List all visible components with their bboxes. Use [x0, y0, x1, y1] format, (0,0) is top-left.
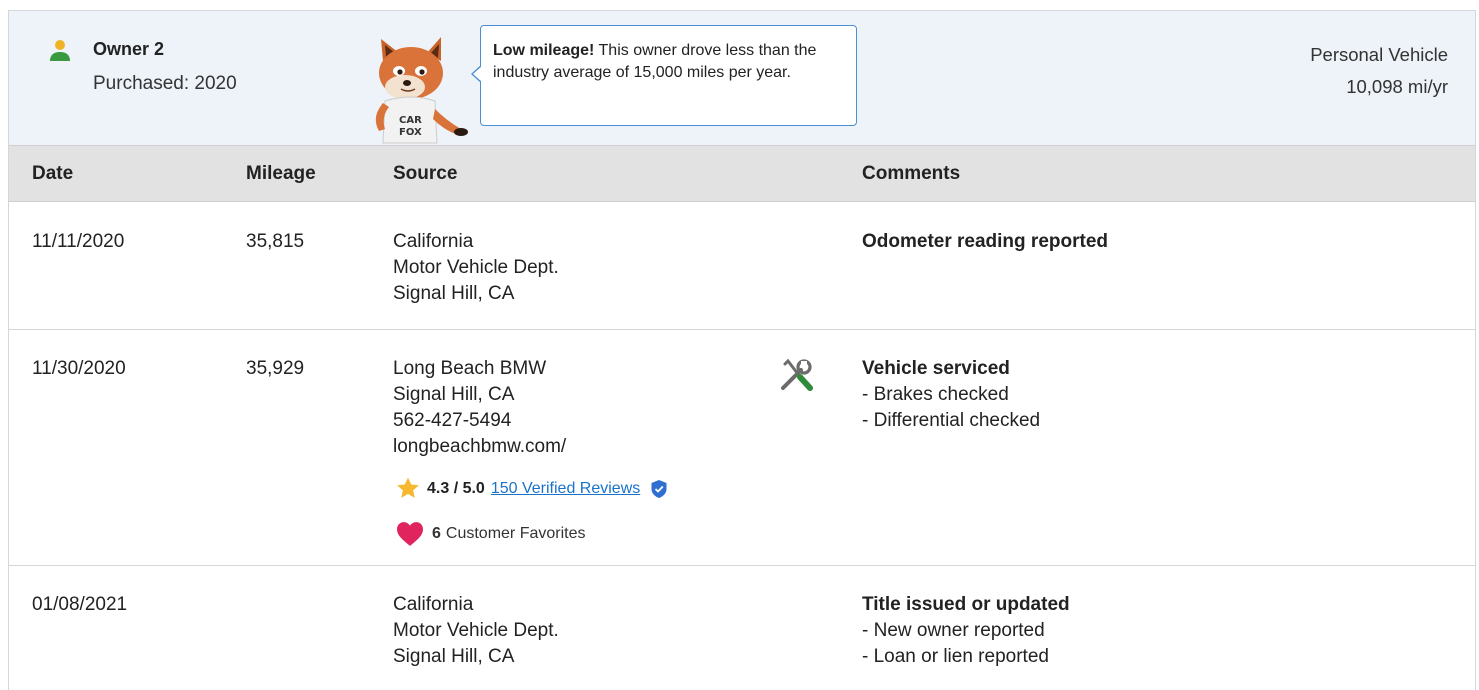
dealer-website: longbeachbmw.com/ — [393, 436, 567, 457]
table-row: 11/30/2020 35,929 Long Beach BMW Signal … — [9, 330, 1475, 566]
vehicle-type: Personal Vehicle — [1310, 44, 1448, 65]
heart-icon — [397, 522, 423, 546]
customer-favorites: 6 Customer Favorites — [395, 521, 586, 547]
row-mileage: 35,929 — [246, 358, 305, 379]
source-line: Signal Hill, CA — [393, 283, 515, 304]
row-date: 01/08/2021 — [32, 594, 128, 615]
row-source: California Motor Vehicle Dept. Signal Hi… — [393, 592, 559, 670]
table-row: 11/11/2020 35,815 California Motor Vehic… — [9, 202, 1475, 330]
source-line: California — [393, 594, 474, 615]
verified-shield-icon — [651, 479, 667, 498]
comment-item: - Loan or lien reported — [862, 646, 1049, 667]
column-header-mileage: Mileage — [246, 163, 316, 184]
verified-reviews-link[interactable]: 150 Verified Reviews — [491, 480, 640, 498]
low-mileage-tip: Low mileage! This owner drove less than … — [480, 25, 857, 126]
row-source: Long Beach BMW Signal Hill, CA 562-427-5… — [393, 356, 566, 460]
source-line: Motor Vehicle Dept. — [393, 620, 559, 641]
svg-text:FOX: FOX — [399, 127, 422, 138]
dealer-phone: 562-427-5494 — [393, 410, 512, 431]
row-comments: Vehicle serviced - Brakes checked - Diff… — [862, 356, 1040, 434]
column-header-comments: Comments — [862, 163, 961, 184]
favorites-count: 6 — [432, 525, 441, 542]
star-icon — [397, 477, 419, 498]
tip-heading: Low mileage! — [493, 42, 595, 59]
favorites-label: Customer Favorites — [445, 525, 586, 542]
source-line: Motor Vehicle Dept. — [393, 257, 559, 278]
svg-text:CAR: CAR — [399, 115, 422, 126]
vehicle-usage: Personal Vehicle 10,098 mi/yr — [1310, 39, 1448, 103]
comment-item: - New owner reported — [862, 620, 1045, 641]
dealer-location: Signal Hill, CA — [393, 384, 515, 405]
table-row: 01/08/2021 California Motor Vehicle Dept… — [9, 566, 1475, 690]
comment-title: Vehicle serviced — [862, 358, 1010, 379]
tip-bubble-tail-inner — [473, 66, 482, 82]
row-date: 11/11/2020 — [32, 231, 125, 252]
owner-purchased-year: Purchased: 2020 — [93, 73, 237, 94]
dealer-name: Long Beach BMW — [393, 358, 547, 379]
row-mileage: 35,815 — [246, 231, 305, 252]
source-line: California — [393, 231, 474, 252]
owner-header: Owner 2 Purchased: 2020 CAR FOX Low mile… — [9, 11, 1475, 145]
owner-name: Owner 2 — [93, 39, 165, 59]
row-date: 11/30/2020 — [32, 358, 126, 379]
owner-history-card: Owner 2 Purchased: 2020 CAR FOX Low mile… — [8, 10, 1476, 690]
person-icon — [50, 40, 70, 61]
carfox-mascot: CAR FOX — [375, 37, 468, 144]
dealer-rating: 4.3 / 5.0 150 Verified Reviews — [395, 476, 668, 501]
wrench-screwdriver-icon — [781, 358, 813, 391]
column-header-date: Date — [32, 163, 74, 184]
source-line: Signal Hill, CA — [393, 646, 515, 667]
row-comments: Odometer reading reported — [862, 229, 1108, 255]
comment-title: Odometer reading reported — [862, 231, 1108, 252]
row-comments: Title issued or updated - New owner repo… — [862, 592, 1070, 670]
miles-per-year: 10,098 mi/yr — [1346, 76, 1448, 97]
comment-item: - Brakes checked — [862, 384, 1009, 405]
comment-title: Title issued or updated — [862, 594, 1070, 615]
comment-item: - Differential checked — [862, 410, 1041, 431]
column-header-source: Source — [393, 163, 458, 184]
rating-score: 4.3 / 5.0 — [427, 479, 485, 497]
row-source: California Motor Vehicle Dept. Signal Hi… — [393, 229, 559, 307]
history-table-header: Date Mileage Source Comments — [9, 145, 1475, 202]
